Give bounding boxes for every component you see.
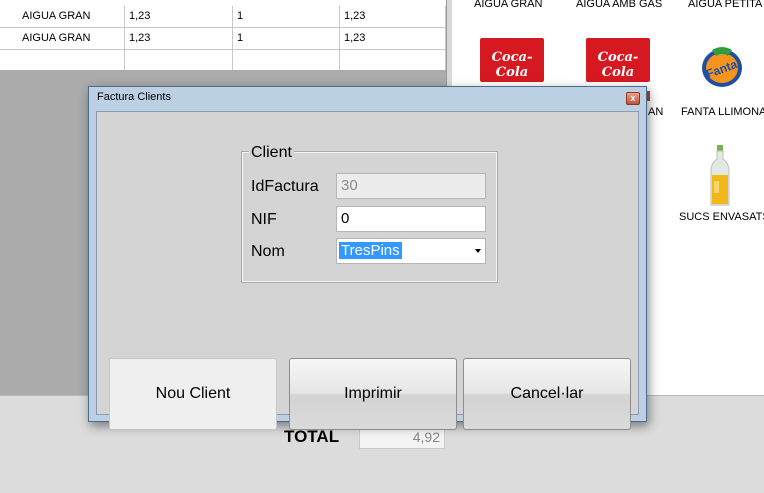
fanta-icon: Fanta [702,47,742,87]
juice-bottle-icon [710,145,730,206]
table-cell: 1 [233,6,340,27]
idfactura-field: 30 [336,173,486,199]
client-groupbox: Client IdFactura 30 NIF 0 Nom TresPins [241,144,498,283]
client-group-title: Client [249,144,294,162]
juice-bottle-image[interactable] [709,145,731,207]
product-aigua-petita[interactable]: AIGUA PETITA [688,0,762,10]
chevron-down-icon[interactable] [475,249,481,253]
cancel-button[interactable]: Cancel·lar [463,358,631,430]
table-row[interactable] [0,50,446,72]
total-label: TOTAL [284,427,340,446]
nom-dropdown[interactable]: TresPins [336,238,486,264]
product-aigua-gran[interactable]: AIGUA GRAN [474,0,542,10]
idfactura-label: IdFactura [251,178,319,195]
fanta-logo[interactable]: Fanta [698,42,746,90]
nif-field[interactable]: 0 [336,206,486,232]
product-fanta-llimona[interactable]: FANTA LLIMONA [681,106,764,118]
table-cell: AIGUA GRAN [18,28,125,49]
table-cell: 1,23 [340,6,446,27]
table-cell: 1,23 [125,28,233,49]
factura-clients-dialog: Factura Clients x Client IdFactura 30 NI… [88,86,647,430]
table-cell: 1 [233,28,340,49]
product-partial-label[interactable]: AN [648,106,663,118]
dialog-title: Factura Clients [97,91,171,103]
table-cell: 1,23 [340,28,446,49]
dialog-client-area: Client IdFactura 30 NIF 0 Nom TresPins N… [96,111,639,430]
table-cell [125,50,233,71]
new-client-button[interactable]: Nou Client [109,358,277,430]
table-row[interactable]: AIGUA GRAN 1,23 1 1,23 [0,28,446,50]
table-cell: 1,23 [125,6,233,27]
print-button[interactable]: Imprimir [289,358,457,430]
product-sucs-envasats[interactable]: SUCS ENVASATS [679,211,764,223]
coca-cola-logo[interactable]: Coca-Cola [586,38,650,82]
nif-label: NIF [251,211,277,228]
table-row[interactable]: AIGUA GRAN 1,23 1 1,23 [0,6,446,28]
table-cell [233,50,340,71]
table-cell [340,50,446,71]
order-grid: AIGUA GRAN 1,23 1 1,23 AIGUA GRAN 1,23 1… [0,0,447,72]
close-icon[interactable]: x [626,92,640,105]
coca-cola-logo[interactable]: Coca-Cola [480,38,544,82]
nom-label: Nom [251,243,285,260]
product-aigua-amb-gas[interactable]: AIGUA AMB GAS [576,0,662,10]
table-cell [18,50,125,71]
nom-selected-value: TresPins [339,242,402,259]
table-cell: AIGUA GRAN [18,6,125,27]
